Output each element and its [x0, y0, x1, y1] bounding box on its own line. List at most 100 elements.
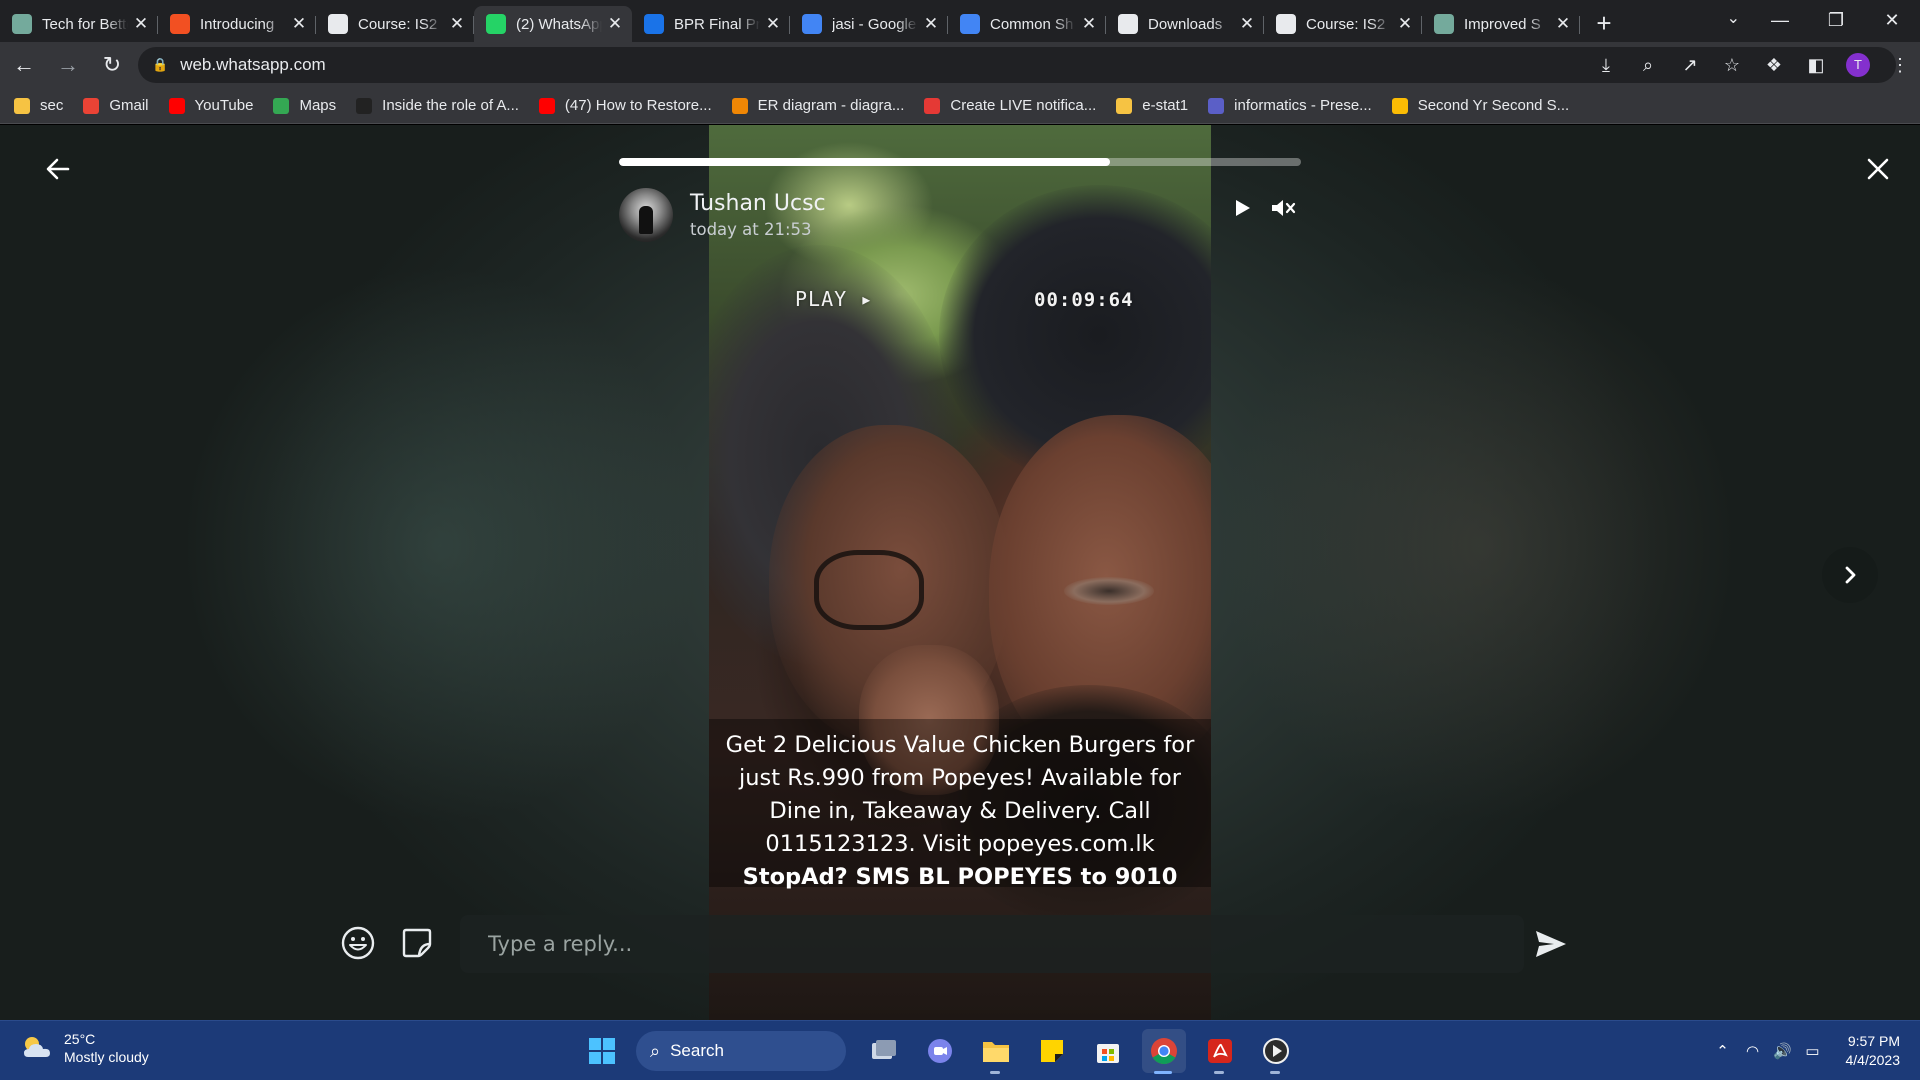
google-drive-icon — [1391, 97, 1408, 114]
volume-icon[interactable]: 🔊 — [1768, 1042, 1798, 1060]
browser-tab[interactable]: BPR Final Pr ✕ — [632, 6, 790, 42]
task-view-icon[interactable] — [862, 1029, 906, 1073]
send-icon[interactable] — [1534, 929, 1568, 959]
weather-widget[interactable]: 25°C Mostly cloudy — [20, 1031, 149, 1065]
minimize-icon[interactable]: — — [1752, 10, 1808, 31]
bookmark-label: Inside the role of A... — [382, 97, 519, 114]
side-panel-icon[interactable]: ◧ — [1796, 55, 1836, 76]
vhs-play-label: PLAY ▸ — [795, 287, 874, 311]
browser-tab[interactable]: Course: IS2 ✕ — [316, 6, 474, 42]
chrome-menu-icon[interactable]: ⋮ — [1880, 55, 1920, 76]
browser-tab[interactable]: Improved S ✕ — [1422, 6, 1580, 42]
photo-shape — [1064, 577, 1154, 605]
next-status-button[interactable] — [1822, 547, 1878, 603]
browser-tab[interactable]: Tech for Better✕ — [0, 6, 158, 42]
bookmark-item[interactable]: Second Yr Second S... — [1391, 97, 1569, 114]
muted-icon[interactable] — [1270, 197, 1296, 219]
background-blur-left — [180, 265, 700, 825]
tab-title: Common Sh — [990, 15, 1074, 33]
url-text[interactable]: web.whatsapp.com — [180, 55, 326, 75]
tab-close-icon[interactable]: ✕ — [1554, 15, 1572, 33]
google-docs-icon — [960, 14, 980, 34]
microsoft-store-icon[interactable] — [1086, 1029, 1130, 1073]
chevron-right-icon — [1845, 566, 1856, 584]
acrobat-icon[interactable] — [1198, 1029, 1242, 1074]
status-viewer: PLAY ▸ 00:09:64 Get 2 Delicious Value Ch… — [0, 125, 1920, 1020]
emoji-icon[interactable] — [340, 925, 376, 961]
google-docs-icon — [802, 14, 822, 34]
reply-box[interactable] — [460, 915, 1524, 973]
bookmark-item[interactable]: Maps — [273, 97, 336, 114]
taskbar-search[interactable]: ⌕ Search — [636, 1031, 846, 1071]
tab-close-icon[interactable]: ✕ — [132, 15, 150, 33]
article-icon — [356, 97, 373, 114]
tab-search-chevron-icon[interactable]: ⌄ — [1727, 8, 1740, 28]
share-icon[interactable]: ↗ — [1670, 55, 1710, 76]
bookmark-item[interactable]: ER diagram - diagra... — [731, 97, 904, 114]
search-icon: ⌕ — [650, 1040, 661, 1061]
profile-avatar[interactable]: T — [1846, 53, 1870, 77]
tab-close-icon[interactable]: ✕ — [290, 15, 308, 33]
forward-icon[interactable]: → — [48, 47, 88, 83]
bookmark-item[interactable]: informatics - Prese... — [1208, 97, 1372, 114]
bookmark-star-icon[interactable]: ☆ — [1712, 55, 1752, 76]
tab-close-icon[interactable]: ✕ — [448, 15, 466, 33]
chrome-taskbar-icon[interactable] — [1142, 1029, 1186, 1074]
install-app-icon[interactable]: ⤓ — [1586, 55, 1626, 76]
sticker-icon[interactable] — [400, 926, 434, 960]
tab-close-icon[interactable]: ✕ — [922, 15, 940, 33]
zoom-icon[interactable]: ⌕ — [1628, 55, 1668, 76]
battery-icon[interactable]: ▭ — [1798, 1042, 1828, 1060]
reload-icon[interactable]: ↻ — [92, 47, 132, 83]
file-explorer-icon[interactable] — [974, 1029, 1018, 1074]
reply-input[interactable] — [488, 932, 1524, 956]
bookmark-label: YouTube — [194, 97, 254, 114]
bookmark-item[interactable]: Inside the role of A... — [356, 97, 519, 114]
wifi-icon[interactable]: ◠ — [1738, 1042, 1768, 1060]
task-view-glyph — [872, 1040, 896, 1059]
tab-close-icon[interactable]: ✕ — [1396, 15, 1414, 33]
browser-tab[interactable]: Course: IS2 ✕ — [1264, 6, 1422, 42]
restore-icon[interactable]: ❐ — [1808, 10, 1864, 31]
back-arrow-icon[interactable] — [44, 155, 72, 183]
bookmark-item[interactable]: Create LIVE notifica... — [924, 97, 1096, 114]
extensions-icon[interactable]: ❖ — [1754, 55, 1794, 76]
browser-tab[interactable]: Downloads ✕ — [1106, 6, 1264, 42]
show-hidden-icons-icon[interactable]: ⌃ — [1708, 1042, 1738, 1060]
browser-tab[interactable]: Common Sh ✕ — [948, 6, 1106, 42]
taskbar-clock[interactable]: 9:57 PM 4/4/2023 — [1846, 1032, 1901, 1070]
teams-chat-icon[interactable] — [918, 1029, 962, 1073]
taskbar-apps: ⌕ Search — [580, 1029, 1298, 1074]
tab-close-icon[interactable]: ✕ — [606, 15, 624, 33]
weather-text: Mostly cloudy — [64, 1049, 149, 1065]
play-icon[interactable] — [1231, 197, 1253, 219]
bookmark-item[interactable]: (47) How to Restore... — [538, 97, 712, 114]
folder-icon — [14, 97, 30, 114]
back-icon[interactable]: ← — [4, 47, 44, 83]
tab-close-icon[interactable]: ✕ — [764, 15, 782, 33]
browser-tab[interactable]: (2) WhatsApp ✕ — [474, 6, 632, 42]
bookmarks-bar: sec Gmail YouTube Maps Inside the role of A.… — [0, 88, 1920, 124]
close-window-icon[interactable]: ✕ — [1864, 10, 1920, 31]
contact-name[interactable]: Tushan Ucsc — [690, 191, 826, 216]
tab-title: Downloads — [1148, 15, 1223, 33]
bookmark-item[interactable]: e-stat1 — [1116, 97, 1188, 114]
chrome-glyph — [1151, 1038, 1177, 1065]
whatsapp-icon — [486, 14, 506, 34]
new-tab-button[interactable]: + — [1586, 6, 1622, 42]
bookmark-item[interactable]: YouTube — [168, 97, 254, 114]
bookmark-item[interactable]: sec — [14, 97, 63, 114]
tab-close-icon[interactable]: ✕ — [1238, 15, 1256, 33]
sticky-notes-icon[interactable] — [1030, 1029, 1074, 1073]
lock-icon[interactable]: 🔒 — [152, 57, 168, 73]
system-tray: ⌃ ◠ 🔊 ▭ 9:57 PM 4/4/2023 — [1708, 1021, 1920, 1080]
media-player-icon[interactable] — [1254, 1029, 1298, 1074]
contact-avatar[interactable] — [619, 188, 673, 242]
close-icon[interactable] — [1864, 155, 1892, 183]
browser-tab[interactable]: jasi - Google ✕ — [790, 6, 948, 42]
bookmark-item[interactable]: Gmail — [83, 97, 149, 114]
tab-close-icon[interactable]: ✕ — [1080, 15, 1098, 33]
browser-tab[interactable]: Introducing ✕ — [158, 6, 316, 42]
status-timestamp: today at 21:53 — [690, 220, 812, 239]
start-button[interactable] — [580, 1029, 624, 1073]
